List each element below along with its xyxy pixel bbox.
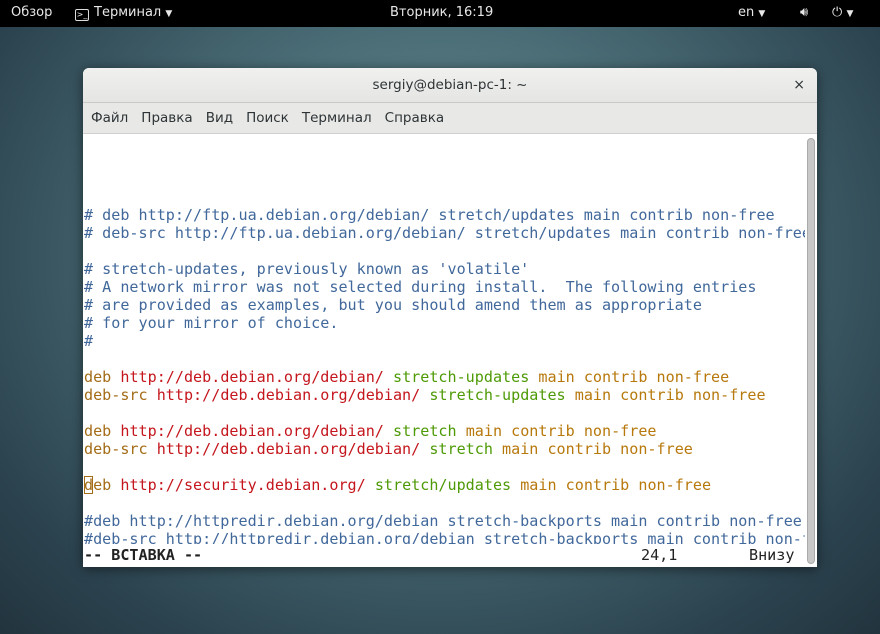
text-line: # are provided as examples, but you shou… [83, 296, 805, 314]
text-line: # stretch-updates, previously known as '… [83, 260, 805, 278]
volume-icon[interactable]: 🔊︎ [800, 5, 808, 20]
text-line [83, 494, 805, 512]
text-line: # deb http://ftp.ua.debian.org/debian/ s… [83, 206, 805, 224]
line-segment: stretch-updates [392, 368, 539, 386]
app-menu-label: Терминал [94, 5, 162, 20]
close-button[interactable]: × [793, 68, 805, 103]
line-segment: deb-src [84, 440, 157, 458]
menu-help[interactable]: Справка [385, 110, 444, 126]
line-segment: # stretch-updates, previously known as '… [84, 260, 530, 278]
scrollbar[interactable] [807, 138, 815, 564]
menu-terminal[interactable]: Терминал [302, 110, 372, 126]
text-line [83, 350, 805, 368]
clock[interactable]: Вторник, 16:19 [390, 5, 493, 20]
line-segment: http://deb.debian.org/debian/ [120, 422, 393, 440]
language-label: en [738, 5, 755, 20]
line-segment: main contrib non-free [465, 422, 657, 440]
line-segment: stretch-updates [429, 386, 575, 404]
line-segment: main contrib non-free [538, 368, 730, 386]
text-line: #deb-src http://httpredir.debian.org/deb… [83, 530, 805, 544]
line-segment: stretch [429, 440, 503, 458]
system-menu[interactable]: ⏻ ▼ [832, 5, 853, 20]
line-segment: http://deb.debian.org/debian/ [120, 368, 393, 386]
line-segment: #deb-src http://httpredir.debian.org/deb… [84, 530, 805, 544]
text-line: deb http://security.debian.org/ stretch/… [83, 476, 805, 494]
menu-file[interactable]: Файл [91, 110, 128, 126]
chevron-down-icon: ▼ [165, 9, 173, 19]
text-line [83, 404, 805, 422]
line-segment: http://deb.debian.org/debian/ [156, 386, 430, 404]
line-segment: http://security.debian.org/ [120, 476, 375, 494]
editor-lines: # deb http://ftp.ua.debian.org/debian/ s… [83, 206, 805, 544]
text-line: deb http://deb.debian.org/debian/ stretc… [83, 368, 805, 386]
line-segment: main contrib non-free [502, 440, 693, 458]
vim-status-line: -- ВСТАВКА -- 24,1 Внизу [83, 546, 805, 564]
terminal-content[interactable]: # deb http://ftp.ua.debian.org/debian/ s… [83, 134, 805, 544]
line-segment: # [84, 332, 94, 350]
power-icon: ⏻ [832, 5, 843, 20]
line-segment: main contrib non-free [574, 386, 766, 404]
line-segment: # A network mirror was not selected duri… [84, 278, 757, 296]
line-segment: deb [84, 422, 121, 440]
line-segment: eb [93, 476, 121, 494]
app-menu-button[interactable]: >_ Терминал ▼ [75, 5, 172, 21]
line-segment: deb [84, 368, 121, 386]
text-line: deb-src http://deb.debian.org/debian/ st… [83, 440, 805, 458]
top-bar: Обзор >_ Терминал ▼ Вторник, 16:19 en ▼ 🔊… [0, 0, 880, 27]
text-cursor: d [84, 476, 94, 494]
line-segment: #deb http://httpredir.debian.org/debian … [84, 512, 802, 530]
line-segment: stretch/updates [374, 476, 521, 494]
window-title: sergiy@debian-pc-1: ~ [372, 77, 528, 93]
mode-indicator: -- ВСТАВКА -- [84, 546, 203, 564]
terminal-icon: >_ [75, 9, 89, 21]
text-line: deb-src http://deb.debian.org/debian/ st… [83, 386, 805, 404]
text-line: # for your mirror of choice. [83, 314, 805, 332]
scroll-position: Внизу [749, 546, 795, 564]
menu-bar: Файл Правка Вид Поиск Терминал Справка [83, 103, 817, 134]
text-line: #deb http://httpredir.debian.org/debian … [83, 512, 805, 530]
cursor-position: 24,1 [641, 546, 678, 564]
line-segment: deb-src [84, 386, 157, 404]
line-segment: # deb http://ftp.ua.debian.org/debian/ s… [84, 206, 775, 224]
title-bar[interactable]: sergiy@debian-pc-1: ~ × [83, 68, 817, 103]
text-line [83, 458, 805, 476]
line-segment: # for your mirror of choice. [84, 314, 339, 332]
menu-edit[interactable]: Правка [141, 110, 192, 126]
chevron-down-icon: ▼ [758, 9, 766, 19]
language-menu[interactable]: en ▼ [738, 5, 765, 20]
line-segment: main contrib non-free [520, 476, 712, 494]
activities-button[interactable]: Обзор [11, 5, 52, 20]
text-line: deb http://deb.debian.org/debian/ stretc… [83, 422, 805, 440]
text-line [83, 242, 805, 260]
text-line: # A network mirror was not selected duri… [83, 278, 805, 296]
text-line: # deb-src http://ftp.ua.debian.org/debia… [83, 224, 805, 242]
menu-search[interactable]: Поиск [246, 110, 289, 126]
line-segment: # are provided as examples, but you shou… [84, 296, 702, 314]
terminal-window: sergiy@debian-pc-1: ~ × Файл Правка Вид Пои… [83, 68, 817, 567]
text-line: # [83, 332, 805, 350]
line-segment: # deb-src http://ftp.ua.debian.org/debia… [84, 224, 805, 242]
chevron-down-icon: ▼ [846, 9, 854, 19]
line-segment: stretch [392, 422, 466, 440]
menu-view[interactable]: Вид [206, 110, 233, 126]
line-segment: http://deb.debian.org/debian/ [156, 440, 430, 458]
